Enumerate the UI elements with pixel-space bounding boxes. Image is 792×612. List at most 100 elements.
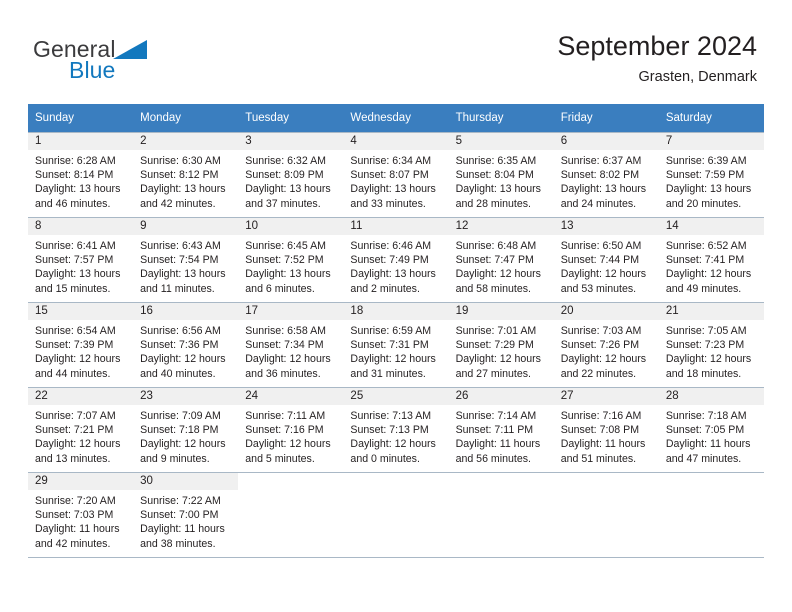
day-cell[interactable]: 2 Sunrise: 6:30 AM Sunset: 8:12 PM Daylight… <box>133 132 239 218</box>
day-number: 21 <box>658 303 764 320</box>
daylight-text-line2: and 33 minutes. <box>350 197 426 210</box>
day-cell[interactable]: 1 Sunrise: 6:28 AM Sunset: 8:14 PM Daylight… <box>28 132 134 218</box>
daylight-text-line1: Daylight: 13 hours <box>560 183 647 196</box>
daylight-text-line1: Daylight: 13 hours <box>245 183 331 196</box>
sunset-text: Sunset: 7:29 PM <box>455 339 534 352</box>
day-cell[interactable]: 10 Sunrise: 6:45 AM Sunset: 7:52 PM Dayligh… <box>238 217 344 303</box>
sunrise-text: Sunrise: 7:05 AM <box>665 325 747 337</box>
day-number <box>238 473 344 490</box>
sunset-text: Sunset: 8:09 PM <box>245 169 324 182</box>
sunset-text: Sunset: 7:23 PM <box>665 339 745 352</box>
sunrise-text: Sunrise: 6:37 AM <box>560 155 642 167</box>
day-cell[interactable]: 8 Sunrise: 6:41 AM Sunset: 7:57 PM Daylight… <box>28 217 134 303</box>
day-cell[interactable]: 27 Sunrise: 7:16 AM Sunset: 7:08 PM Dayligh… <box>553 387 659 473</box>
day-cell[interactable]: 24 Sunrise: 7:11 AM Sunset: 7:16 PM Dayligh… <box>238 387 344 473</box>
daylight-text-line2: and 0 minutes. <box>350 452 420 465</box>
sunset-text: Sunset: 7:08 PM <box>560 424 640 437</box>
sunrise-text: Sunrise: 6:56 AM <box>140 325 221 337</box>
sunrise-text: Sunrise: 7:03 AM <box>560 325 642 337</box>
day-cell[interactable]: 19 Sunrise: 7:01 AM Sunset: 7:29 PM Dayligh… <box>448 302 554 388</box>
day-cell[interactable]: 14 Sunrise: 6:52 AM Sunset: 7:41 PM Dayligh… <box>658 217 764 303</box>
day-cell[interactable]: 12 Sunrise: 6:48 AM Sunset: 7:47 PM Dayligh… <box>448 217 554 303</box>
sunrise-text: Sunrise: 6:43 AM <box>140 240 221 252</box>
sunset-text: Sunset: 7:26 PM <box>560 339 640 352</box>
daylight-text-line1: Daylight: 12 hours <box>455 268 541 281</box>
day-number <box>553 473 659 490</box>
day-cell[interactable]: 28 Sunrise: 7:18 AM Sunset: 7:05 PM Dayligh… <box>658 387 764 473</box>
day-number: 15 <box>28 303 134 320</box>
week-row: 29 Sunrise: 7:20 AM Sunset: 7:03 PM Dayligh… <box>28 472 764 558</box>
day-cell[interactable]: 16 Sunrise: 6:56 AM Sunset: 7:36 PM Dayligh… <box>133 302 239 388</box>
daylight-text-line1: Daylight: 11 hours <box>455 438 541 451</box>
daylight-text-line2: and 44 minutes. <box>35 367 111 380</box>
sunset-text: Sunset: 8:12 PM <box>140 169 219 182</box>
day-number: 25 <box>343 388 449 405</box>
day-cell[interactable]: 21 Sunrise: 7:05 AM Sunset: 7:23 PM Dayligh… <box>658 302 764 388</box>
logo-line-blue: Blue <box>33 57 223 83</box>
day-cell[interactable]: 29 Sunrise: 7:20 AM Sunset: 7:03 PM Dayligh… <box>28 472 134 558</box>
weekday-header-wednesday: Wednesday <box>343 104 449 133</box>
weekday-header-saturday: Saturday <box>658 104 764 133</box>
sunrise-text: Sunrise: 6:39 AM <box>665 155 747 167</box>
daylight-text-line1: Daylight: 13 hours <box>350 268 436 281</box>
calendar-body: 1 Sunrise: 6:28 AM Sunset: 8:14 PM Daylight… <box>28 132 764 558</box>
day-cell[interactable]: 26 Sunrise: 7:14 AM Sunset: 7:11 PM Dayligh… <box>448 387 554 473</box>
sunrise-text: Sunrise: 6:59 AM <box>350 325 432 337</box>
sunset-text: Sunset: 8:07 PM <box>350 169 429 182</box>
day-number: 22 <box>28 388 134 405</box>
day-cell[interactable]: 13 Sunrise: 6:50 AM Sunset: 7:44 PM Dayligh… <box>553 217 659 303</box>
day-cell[interactable]: 5 Sunrise: 6:35 AM Sunset: 8:04 PM Daylight… <box>448 132 554 218</box>
daylight-text-line2: and 13 minutes. <box>35 452 111 465</box>
day-cell[interactable]: 7 Sunrise: 6:39 AM Sunset: 7:59 PM Daylight… <box>658 132 764 218</box>
day-number: 1 <box>28 133 134 150</box>
day-cell[interactable]: 22 Sunrise: 7:07 AM Sunset: 7:21 PM Dayligh… <box>28 387 134 473</box>
sunset-text: Sunset: 7:34 PM <box>245 339 324 352</box>
sunset-text: Sunset: 7:03 PM <box>35 509 114 522</box>
day-cell[interactable]: 3 Sunrise: 6:32 AM Sunset: 8:09 PM Daylight… <box>238 132 344 218</box>
day-cell[interactable]: 25 Sunrise: 7:13 AM Sunset: 7:13 PM Dayligh… <box>343 387 449 473</box>
day-number <box>343 473 449 490</box>
day-cell[interactable]: 6 Sunrise: 6:37 AM Sunset: 8:02 PM Daylight… <box>553 132 659 218</box>
sunrise-text: Sunrise: 7:18 AM <box>665 410 747 422</box>
sunrise-text: Sunrise: 7:20 AM <box>35 495 116 507</box>
sunrise-sunset-calendar: Sunday Monday Tuesday Wednesday Thursday… <box>28 104 764 558</box>
day-number: 4 <box>343 133 449 150</box>
day-cell[interactable]: 15 Sunrise: 6:54 AM Sunset: 7:39 PM Dayligh… <box>28 302 134 388</box>
daylight-text-line1: Daylight: 12 hours <box>350 438 436 451</box>
daylight-text-line2: and 47 minutes. <box>665 452 742 465</box>
day-number: 23 <box>133 388 239 405</box>
day-number: 13 <box>553 218 659 235</box>
daylight-text-line2: and 9 minutes. <box>140 452 210 465</box>
daylight-text-line2: and 5 minutes. <box>245 452 315 465</box>
sunrise-text: Sunrise: 7:13 AM <box>350 410 432 422</box>
daylight-text-line1: Daylight: 12 hours <box>140 438 226 451</box>
day-cell[interactable]: 4 Sunrise: 6:34 AM Sunset: 8:07 PM Daylight… <box>343 132 449 218</box>
day-cell[interactable]: 30 Sunrise: 7:22 AM Sunset: 7:00 PM Dayligh… <box>133 472 239 558</box>
daylight-text-line1: Daylight: 11 hours <box>35 523 120 536</box>
day-cell-empty <box>553 472 659 558</box>
daylight-text-line1: Daylight: 11 hours <box>560 438 646 451</box>
daylight-text-line1: Daylight: 13 hours <box>140 183 226 196</box>
day-cell-empty <box>658 472 764 558</box>
day-cell[interactable]: 23 Sunrise: 7:09 AM Sunset: 7:18 PM Dayligh… <box>133 387 239 473</box>
daylight-text-line2: and 15 minutes. <box>35 282 111 295</box>
daylight-text-line1: Daylight: 13 hours <box>245 268 331 281</box>
day-cell[interactable]: 18 Sunrise: 6:59 AM Sunset: 7:31 PM Dayligh… <box>343 302 449 388</box>
day-cell[interactable]: 9 Sunrise: 6:43 AM Sunset: 7:54 PM Daylight… <box>133 217 239 303</box>
day-cell[interactable]: 11 Sunrise: 6:46 AM Sunset: 7:49 PM Dayligh… <box>343 217 449 303</box>
day-cell[interactable]: 20 Sunrise: 7:03 AM Sunset: 7:26 PM Dayligh… <box>553 302 659 388</box>
day-number: 26 <box>448 388 554 405</box>
day-number: 16 <box>133 303 239 320</box>
sunset-text: Sunset: 7:11 PM <box>455 424 534 437</box>
sunset-text: Sunset: 7:05 PM <box>665 424 745 437</box>
daylight-text-line1: Daylight: 12 hours <box>560 353 647 366</box>
general-blue-logo[interactable]: General Blue <box>33 36 223 86</box>
location-label: Grasten, Denmark <box>638 69 757 85</box>
daylight-text-line2: and 58 minutes. <box>455 282 531 295</box>
daylight-text-line2: and 22 minutes. <box>560 367 637 380</box>
daylight-text-line1: Daylight: 12 hours <box>35 353 121 366</box>
daylight-text-line1: Daylight: 11 hours <box>665 438 751 451</box>
daylight-text-line2: and 42 minutes. <box>35 537 111 550</box>
sunrise-text: Sunrise: 7:11 AM <box>245 410 326 422</box>
day-cell[interactable]: 17 Sunrise: 6:58 AM Sunset: 7:34 PM Dayligh… <box>238 302 344 388</box>
